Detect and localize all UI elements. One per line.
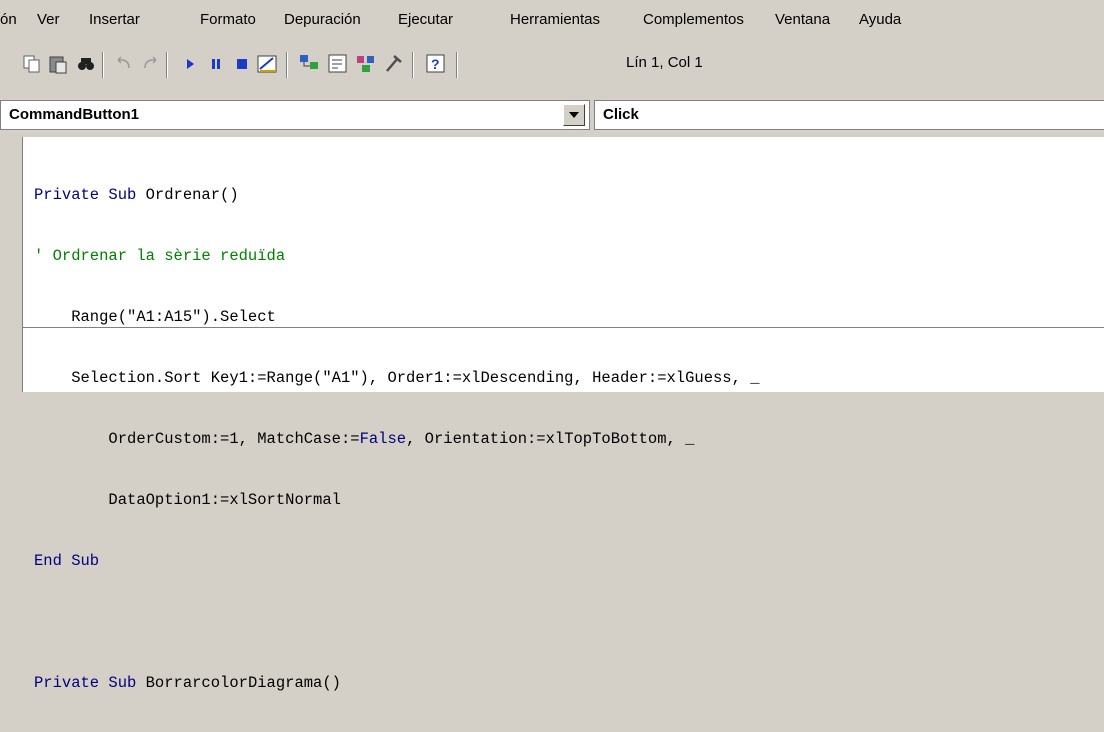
keyword: False [359, 430, 407, 448]
design-mode-icon[interactable] [254, 50, 282, 78]
menu-item-formato[interactable]: Formato [200, 11, 256, 28]
code-window-header: CommandButton1 Click [0, 96, 1104, 134]
run-icon[interactable] [176, 50, 204, 78]
menu-item-insertar[interactable]: Insertar [89, 11, 140, 28]
procedure-separator [22, 327, 1104, 328]
reset-icon[interactable] [228, 50, 256, 78]
code-text[interactable]: Private Sub Ordrenar() ' Ordrenar la sèr… [34, 147, 760, 732]
cursor-position-text: Lín 1, Col 1 [626, 54, 703, 71]
help-icon[interactable]: ? [422, 50, 450, 78]
identifier: BorrarcolorDiagrama() [145, 674, 341, 692]
code-segment: OrderCustom:=1, MatchCase:= [34, 430, 360, 448]
menu-item-ayuda[interactable]: Ayuda [859, 11, 901, 28]
menu-item-herramientas[interactable]: Herramientas [510, 11, 600, 28]
toolbox-icon[interactable] [380, 50, 408, 78]
menu-bar: ón Ver Insertar Formato Depuración Ejecu… [0, 0, 1104, 36]
code-line: Private Sub BorrarcolorDiagrama() [34, 671, 760, 696]
properties-icon[interactable] [324, 50, 352, 78]
undo-icon[interactable] [110, 50, 138, 78]
find-icon[interactable] [72, 50, 100, 78]
menu-item-edition[interactable]: ón [0, 11, 17, 28]
object-combo-value: CommandButton1 [9, 106, 139, 123]
code-line: Private Sub Ordrenar() [34, 183, 760, 208]
break-icon[interactable] [202, 50, 230, 78]
code-comment-line: ' Ordrenar la sèrie reduïda [34, 247, 286, 265]
code-line: OrderCustom:=1, MatchCase:=False, Orient… [34, 427, 760, 452]
redo-icon[interactable] [136, 50, 164, 78]
cursor-position-display: Lín 1, Col 1 ▼ [622, 51, 1104, 75]
menu-item-complementos[interactable]: Complementos [643, 11, 744, 28]
procedure-combo-value: Click [603, 106, 639, 123]
identifier: Ordrenar() [145, 186, 239, 204]
menu-item-depuracion[interactable]: Depuración [284, 11, 361, 28]
menu-item-ver[interactable]: Ver [37, 11, 60, 28]
procedure-combo[interactable]: Click [594, 100, 1104, 130]
keyword: Private Sub [34, 186, 146, 204]
menu-item-ejecutar[interactable]: Ejecutar [398, 11, 453, 28]
code-segment: , Orientation:=xlTopToBottom, _ [406, 430, 695, 448]
menu-item-ventana[interactable]: Ventana [775, 11, 830, 28]
code-editor[interactable]: Private Sub Ordrenar() ' Ordrenar la sèr… [0, 137, 1104, 692]
margin-indicator-bar[interactable] [0, 137, 23, 392]
svg-text:?: ? [431, 56, 440, 72]
copy-icon[interactable] [18, 50, 46, 78]
code-line: DataOption1:=xlSortNormal [34, 491, 341, 509]
object-combo[interactable]: CommandButton1 [0, 100, 590, 130]
code-line: End Sub [34, 552, 100, 570]
paste-icon[interactable] [44, 50, 72, 78]
chevron-down-icon [569, 112, 579, 118]
project-explorer-icon[interactable] [296, 50, 324, 78]
object-combo-dropdown-button[interactable] [563, 104, 585, 126]
keyword: Private Sub [34, 674, 146, 692]
object-browser-icon[interactable] [352, 50, 380, 78]
standard-toolbar: ? Lín 1, Col 1 ▼ [0, 36, 1104, 94]
code-line: Selection.Sort Key1:=Range("A1"), Order1… [34, 369, 760, 387]
